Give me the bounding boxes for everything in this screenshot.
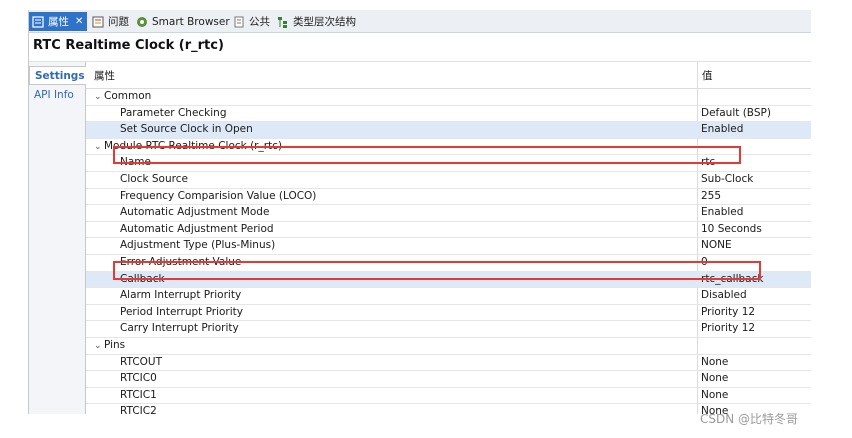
group-row-pins[interactable]: ⌄ Pins xyxy=(86,338,811,355)
property-name: Alarm Interrupt Priority xyxy=(120,289,242,302)
property-name: Parameter Checking xyxy=(120,106,227,119)
side-tab-api-info[interactable]: API Info xyxy=(29,86,85,105)
editor-title-bar: RTC Realtime Clock (r_rtc) xyxy=(29,33,811,62)
property-value[interactable]: NONE xyxy=(701,239,732,251)
property-row[interactable]: Clock Source Sub-Clock xyxy=(86,172,811,189)
tab-smart-browser[interactable]: Smart Browser xyxy=(136,12,230,31)
tab-label: 类型层次结构 xyxy=(293,16,356,28)
tab-problems[interactable]: 问题 xyxy=(92,12,129,31)
property-row[interactable]: Alarm Interrupt Priority Disabled xyxy=(86,288,811,305)
property-row[interactable]: RTCOUT None xyxy=(86,355,811,372)
property-row[interactable]: Carry Interrupt Priority Priority 12 xyxy=(86,321,811,338)
property-value[interactable]: Priority 12 xyxy=(701,322,755,334)
property-name: Period Interrupt Priority xyxy=(120,305,244,318)
group-row-common[interactable]: ⌄ Common xyxy=(86,89,811,106)
property-value[interactable]: 255 xyxy=(701,190,721,202)
group-label: Pins xyxy=(104,339,126,351)
column-header-property: 属性 xyxy=(94,70,115,82)
property-row[interactable]: Frequency Comparision Value (LOCO) 255 xyxy=(86,189,811,206)
property-name: RTCIC1 xyxy=(120,388,157,401)
group-label: Common xyxy=(104,90,152,102)
column-header-value: 值 xyxy=(702,70,713,82)
property-value[interactable]: None xyxy=(701,372,728,384)
chevron-down-icon[interactable]: ⌄ xyxy=(94,142,104,152)
property-row[interactable]: RTCIC0 None xyxy=(86,371,811,388)
property-name: RTCOUT xyxy=(120,355,163,368)
property-row-selected[interactable]: Set Source Clock in Open Enabled xyxy=(86,122,811,139)
property-name: RTCIC0 xyxy=(120,372,157,385)
close-icon[interactable]: ✕ xyxy=(75,16,83,27)
property-row[interactable]: Adjustment Type (Plus-Minus) NONE xyxy=(86,238,811,255)
property-value[interactable]: Enabled xyxy=(701,206,743,218)
type-hierarchy-icon xyxy=(277,16,289,28)
tab-properties[interactable]: 属性 ✕ xyxy=(29,12,88,31)
property-name: Set Source Clock in Open xyxy=(120,123,253,136)
property-value[interactable]: Default (BSP) xyxy=(701,107,771,119)
property-value[interactable]: Sub-Clock xyxy=(701,173,753,185)
property-row[interactable]: RTCIC1 None xyxy=(86,388,811,405)
tab-label: 问题 xyxy=(108,16,129,28)
property-row[interactable]: Automatic Adjustment Mode Enabled xyxy=(86,205,811,222)
property-row[interactable]: Parameter Checking Default (BSP) xyxy=(86,106,811,123)
property-value[interactable]: Priority 12 xyxy=(701,306,755,318)
property-name: Clock Source xyxy=(120,173,188,185)
property-row[interactable]: Period Interrupt Priority Priority 12 xyxy=(86,305,811,322)
property-value[interactable]: Enabled xyxy=(701,123,743,135)
property-name: Carry Interrupt Priority xyxy=(120,322,239,335)
tab-label: 公共 xyxy=(249,16,270,28)
property-name: Adjustment Type (Plus-Minus) xyxy=(120,239,276,252)
side-tab-settings[interactable]: Settings xyxy=(29,66,86,85)
property-value[interactable]: Disabled xyxy=(701,289,747,301)
tab-label: Smart Browser xyxy=(152,15,230,28)
chevron-down-icon[interactable]: ⌄ xyxy=(94,92,104,102)
property-name: Frequency Comparision Value (LOCO) xyxy=(120,189,317,202)
annotation-box-name xyxy=(113,146,741,164)
common-icon xyxy=(233,16,245,28)
property-value[interactable]: 10 Seconds xyxy=(701,223,762,235)
property-name: RTCIC2 xyxy=(120,405,157,414)
view-tab-bar: 属性 ✕ 问题 Smart Browser 公共 类型层次结构 xyxy=(29,10,811,33)
properties-panel: 属性 ✕ 问题 Smart Browser 公共 类型层次结构 RTC Real… xyxy=(28,10,811,414)
chevron-down-icon[interactable]: ⌄ xyxy=(94,341,104,351)
tab-type-hierarchy[interactable]: 类型层次结构 xyxy=(277,12,356,31)
page-title: RTC Realtime Clock (r_rtc) xyxy=(33,38,224,53)
grid-header: 属性 值 xyxy=(86,62,811,89)
property-grid: 属性 值 ⌄ Common Parameter Checking Default … xyxy=(86,62,811,414)
property-value[interactable]: None xyxy=(701,389,728,401)
property-value[interactable]: None xyxy=(701,356,728,368)
property-name: Automatic Adjustment Mode xyxy=(120,206,270,219)
watermark: CSDN @比特冬哥 xyxy=(700,412,799,426)
problems-icon xyxy=(92,16,104,28)
smart-browser-icon xyxy=(136,16,148,28)
annotation-box-callback xyxy=(113,261,761,280)
tab-label: 属性 xyxy=(48,16,69,28)
side-tab-bar: Settings API Info xyxy=(29,62,86,414)
property-name: Automatic Adjustment Period xyxy=(120,222,274,235)
tab-common[interactable]: 公共 xyxy=(233,12,270,31)
property-row[interactable]: Automatic Adjustment Period 10 Seconds xyxy=(86,222,811,239)
properties-icon xyxy=(32,15,44,28)
